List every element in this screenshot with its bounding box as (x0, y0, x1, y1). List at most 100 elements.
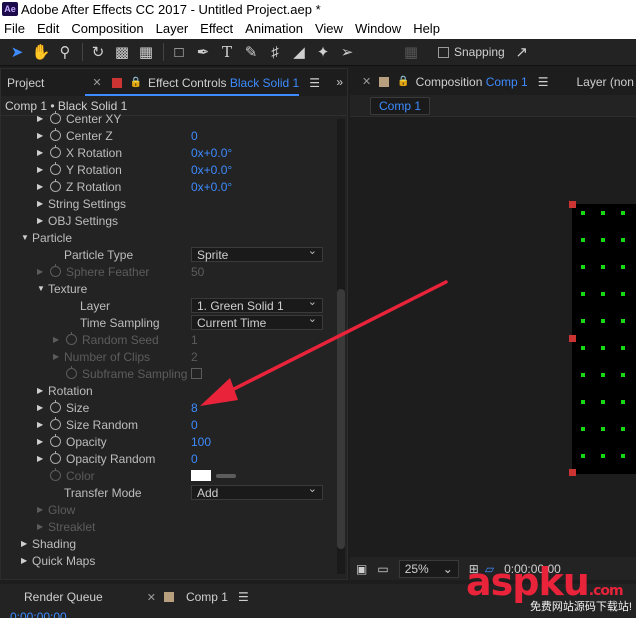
twirl-closed-icon[interactable]: ▶ (53, 352, 59, 361)
property-value[interactable]: 50 (191, 265, 204, 279)
twirl-closed-icon[interactable]: ▶ (21, 539, 27, 548)
puppet-pin-icon[interactable]: ➢ (336, 41, 358, 63)
property-value[interactable]: 0 (191, 452, 198, 466)
stopwatch-icon[interactable] (50, 400, 61, 413)
property-row[interactable]: ▶Layer Maps (1, 569, 347, 570)
twirl-closed-icon[interactable]: ▶ (37, 522, 43, 531)
property-row[interactable]: Subframe Sampling (1, 365, 347, 382)
property-row[interactable]: ▶ Sphere Feather 50 (1, 263, 347, 280)
menu-animation[interactable]: Animation (245, 21, 309, 36)
twirl-closed-icon[interactable]: ▶ (37, 454, 43, 463)
property-value[interactable]: 0x+0.0° (191, 146, 232, 160)
stopwatch-icon[interactable] (50, 145, 61, 158)
twirl-closed-icon[interactable]: ▶ (37, 114, 43, 123)
selection-icon[interactable]: ➤ (6, 41, 28, 63)
stopwatch-icon[interactable] (50, 468, 61, 481)
property-dropdown[interactable]: Add (191, 482, 323, 500)
snapping-toggle[interactable]: Snapping (438, 45, 505, 59)
layer-handle[interactable] (569, 469, 576, 476)
property-row[interactable]: ▶ Opacity Random 0 (1, 450, 347, 467)
panel-overflow-icon[interactable]: » (336, 75, 343, 89)
color-swatch[interactable] (191, 470, 211, 481)
twirl-closed-icon[interactable]: ▶ (21, 556, 27, 565)
property-row[interactable]: ▶ Number of Clips 2 (1, 348, 347, 365)
property-row[interactable]: ▶ Size Random 0 (1, 416, 347, 433)
property-value[interactable]: 8 (191, 401, 198, 415)
property-row[interactable]: ▶ Random Seed 1 (1, 331, 347, 348)
roto-brush-icon[interactable]: ✦ (312, 41, 334, 63)
scrollbar-thumb[interactable] (337, 289, 345, 549)
stopwatch-icon[interactable] (50, 111, 61, 124)
property-row[interactable]: ▶ Center XY (1, 110, 347, 127)
close-icon[interactable]: ✕ (92, 76, 101, 89)
property-row[interactable]: Time Sampling Current Time (1, 312, 347, 331)
twirl-closed-icon[interactable]: ▶ (37, 437, 43, 446)
property-row[interactable]: ▶ String Settings (1, 195, 347, 212)
twirl-closed-icon[interactable]: ▶ (37, 199, 43, 208)
twirl-closed-icon[interactable]: ▶ (37, 505, 43, 514)
property-row[interactable]: ▶ Y Rotation 0x+0.0° (1, 161, 347, 178)
close-icon[interactable]: ✕ (362, 75, 371, 88)
menu-edit[interactable]: Edit (37, 21, 65, 36)
layer-handle[interactable] (569, 335, 576, 342)
stopwatch-icon[interactable] (50, 451, 61, 464)
menu-effect[interactable]: Effect (200, 21, 239, 36)
type-icon[interactable]: T (216, 41, 238, 63)
twirl-closed-icon[interactable]: ▶ (37, 420, 43, 429)
twirl-closed-icon[interactable]: ▶ (37, 216, 43, 225)
axis-mode-icon[interactable]: ▦ (400, 41, 422, 63)
property-dropdown[interactable]: Current Time (191, 312, 323, 330)
timeline-timecode[interactable]: 0:00:00:00 (10, 610, 67, 618)
tab-composition-name[interactable]: Comp 1 (486, 75, 528, 89)
stopwatch-icon[interactable] (50, 417, 61, 430)
menu-file[interactable]: File (4, 21, 31, 36)
camera-icon[interactable]: ▩ (111, 41, 133, 63)
menu-window[interactable]: Window (355, 21, 407, 36)
property-row[interactable]: ▶ Z Rotation 0x+0.0° (1, 178, 347, 195)
property-value[interactable]: 1 (191, 333, 198, 347)
property-row[interactable]: ▶ Opacity 100 (1, 433, 347, 450)
twirl-open-icon[interactable]: ▼ (21, 233, 29, 242)
panel-menu-icon[interactable]: ☰ (309, 76, 320, 90)
twirl-closed-icon[interactable]: ▶ (37, 148, 43, 157)
tab-effect-controls[interactable]: 🔒 Effect Controls Black Solid 1 ☰ (108, 69, 326, 96)
menu-view[interactable]: View (315, 21, 349, 36)
tab-layer-label[interactable]: Layer (non (577, 75, 634, 89)
twirl-closed-icon[interactable]: ▶ (37, 182, 43, 191)
stopwatch-icon[interactable] (50, 162, 61, 175)
stopwatch-icon[interactable] (50, 179, 61, 192)
lock-icon[interactable]: 🔒 (130, 77, 142, 88)
property-row[interactable]: ▶ Size 8 (1, 399, 347, 416)
property-value[interactable]: 2 (191, 350, 198, 364)
property-row[interactable]: Layer 1. Green Solid 1 (1, 295, 347, 314)
lock-icon[interactable]: 🔒 (397, 76, 409, 87)
region-icon[interactable]: ▣ (356, 562, 367, 576)
menu-help[interactable]: Help (413, 21, 446, 36)
stopwatch-icon[interactable] (50, 434, 61, 447)
property-row[interactable]: ▼ Particle (1, 229, 347, 246)
eraser-icon[interactable]: ◢ (288, 41, 310, 63)
tab-composition-label[interactable]: Composition (416, 75, 486, 89)
stopwatch-icon[interactable] (50, 264, 61, 277)
panel-menu-icon[interactable]: ☰ (238, 590, 249, 604)
property-row[interactable]: ▶ OBJ Settings (1, 212, 347, 229)
panel-menu-icon[interactable]: ☰ (538, 75, 549, 89)
menu-composition[interactable]: Composition (71, 21, 149, 36)
property-row[interactable]: Transfer Mode Add (1, 482, 347, 501)
pan-behind-icon[interactable]: ▦ (135, 41, 157, 63)
property-dropdown[interactable]: 1. Green Solid 1 (191, 295, 323, 313)
brush-icon[interactable]: ✎ (240, 41, 262, 63)
property-row[interactable]: ▶ X Rotation 0x+0.0° (1, 144, 347, 161)
stopwatch-icon[interactable] (50, 128, 61, 141)
layer-handle[interactable] (569, 201, 576, 208)
property-row[interactable]: ▼ Texture (1, 280, 347, 297)
twirl-closed-icon[interactable]: ▶ (37, 165, 43, 174)
zoom-icon[interactable]: ⚲ (54, 41, 76, 63)
twirl-closed-icon[interactable]: ▶ (37, 267, 43, 276)
property-row[interactable]: Color (1, 467, 347, 484)
property-dropdown[interactable]: Sprite (191, 244, 323, 262)
property-value[interactable]: 0 (191, 418, 198, 432)
hand-icon[interactable]: ✋ (30, 41, 52, 63)
tab-comp-timeline[interactable]: ✕ Comp 1 ☰ (111, 584, 257, 610)
twirl-closed-icon[interactable]: ▶ (37, 403, 43, 412)
